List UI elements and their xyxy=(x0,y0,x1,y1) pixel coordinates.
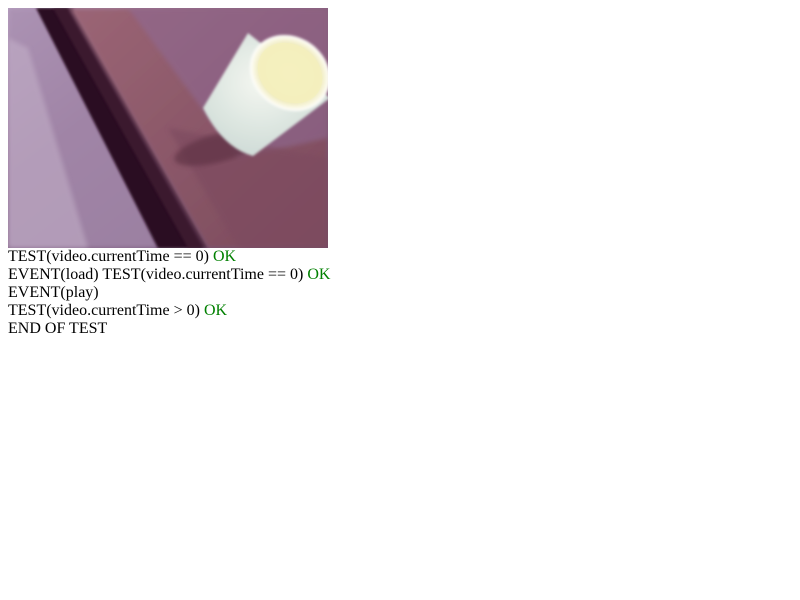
video-frame-image xyxy=(8,8,328,248)
log-line-2-text: EVENT(load) TEST(video.currentTime == 0) xyxy=(8,266,308,283)
log-line-5-text: END OF TEST xyxy=(8,320,108,337)
log-line-4-text: TEST(video.currentTime > 0) xyxy=(8,302,204,319)
log-line-1-status: OK xyxy=(212,248,237,265)
log-line-1: TEST(video.currentTime == 0) OK xyxy=(8,248,792,266)
log-line-2-status: OK xyxy=(307,266,331,283)
log-line-2: EVENT(load) TEST(video.currentTime == 0)… xyxy=(8,266,792,284)
test-page: TEST(video.currentTime == 0) OK EVENT(lo… xyxy=(0,0,800,600)
log-line-1-text: TEST(video.currentTime == 0) xyxy=(8,248,213,265)
log-line-5: END OF TEST xyxy=(8,320,792,338)
log-line-4: TEST(video.currentTime > 0) OK xyxy=(8,302,792,320)
log-line-3-text: EVENT(play) xyxy=(8,284,99,301)
test-log: TEST(video.currentTime == 0) OK EVENT(lo… xyxy=(8,248,792,338)
log-line-3: EVENT(play) xyxy=(8,284,792,302)
video-player[interactable] xyxy=(8,8,328,248)
log-line-4-status: OK xyxy=(203,302,228,319)
